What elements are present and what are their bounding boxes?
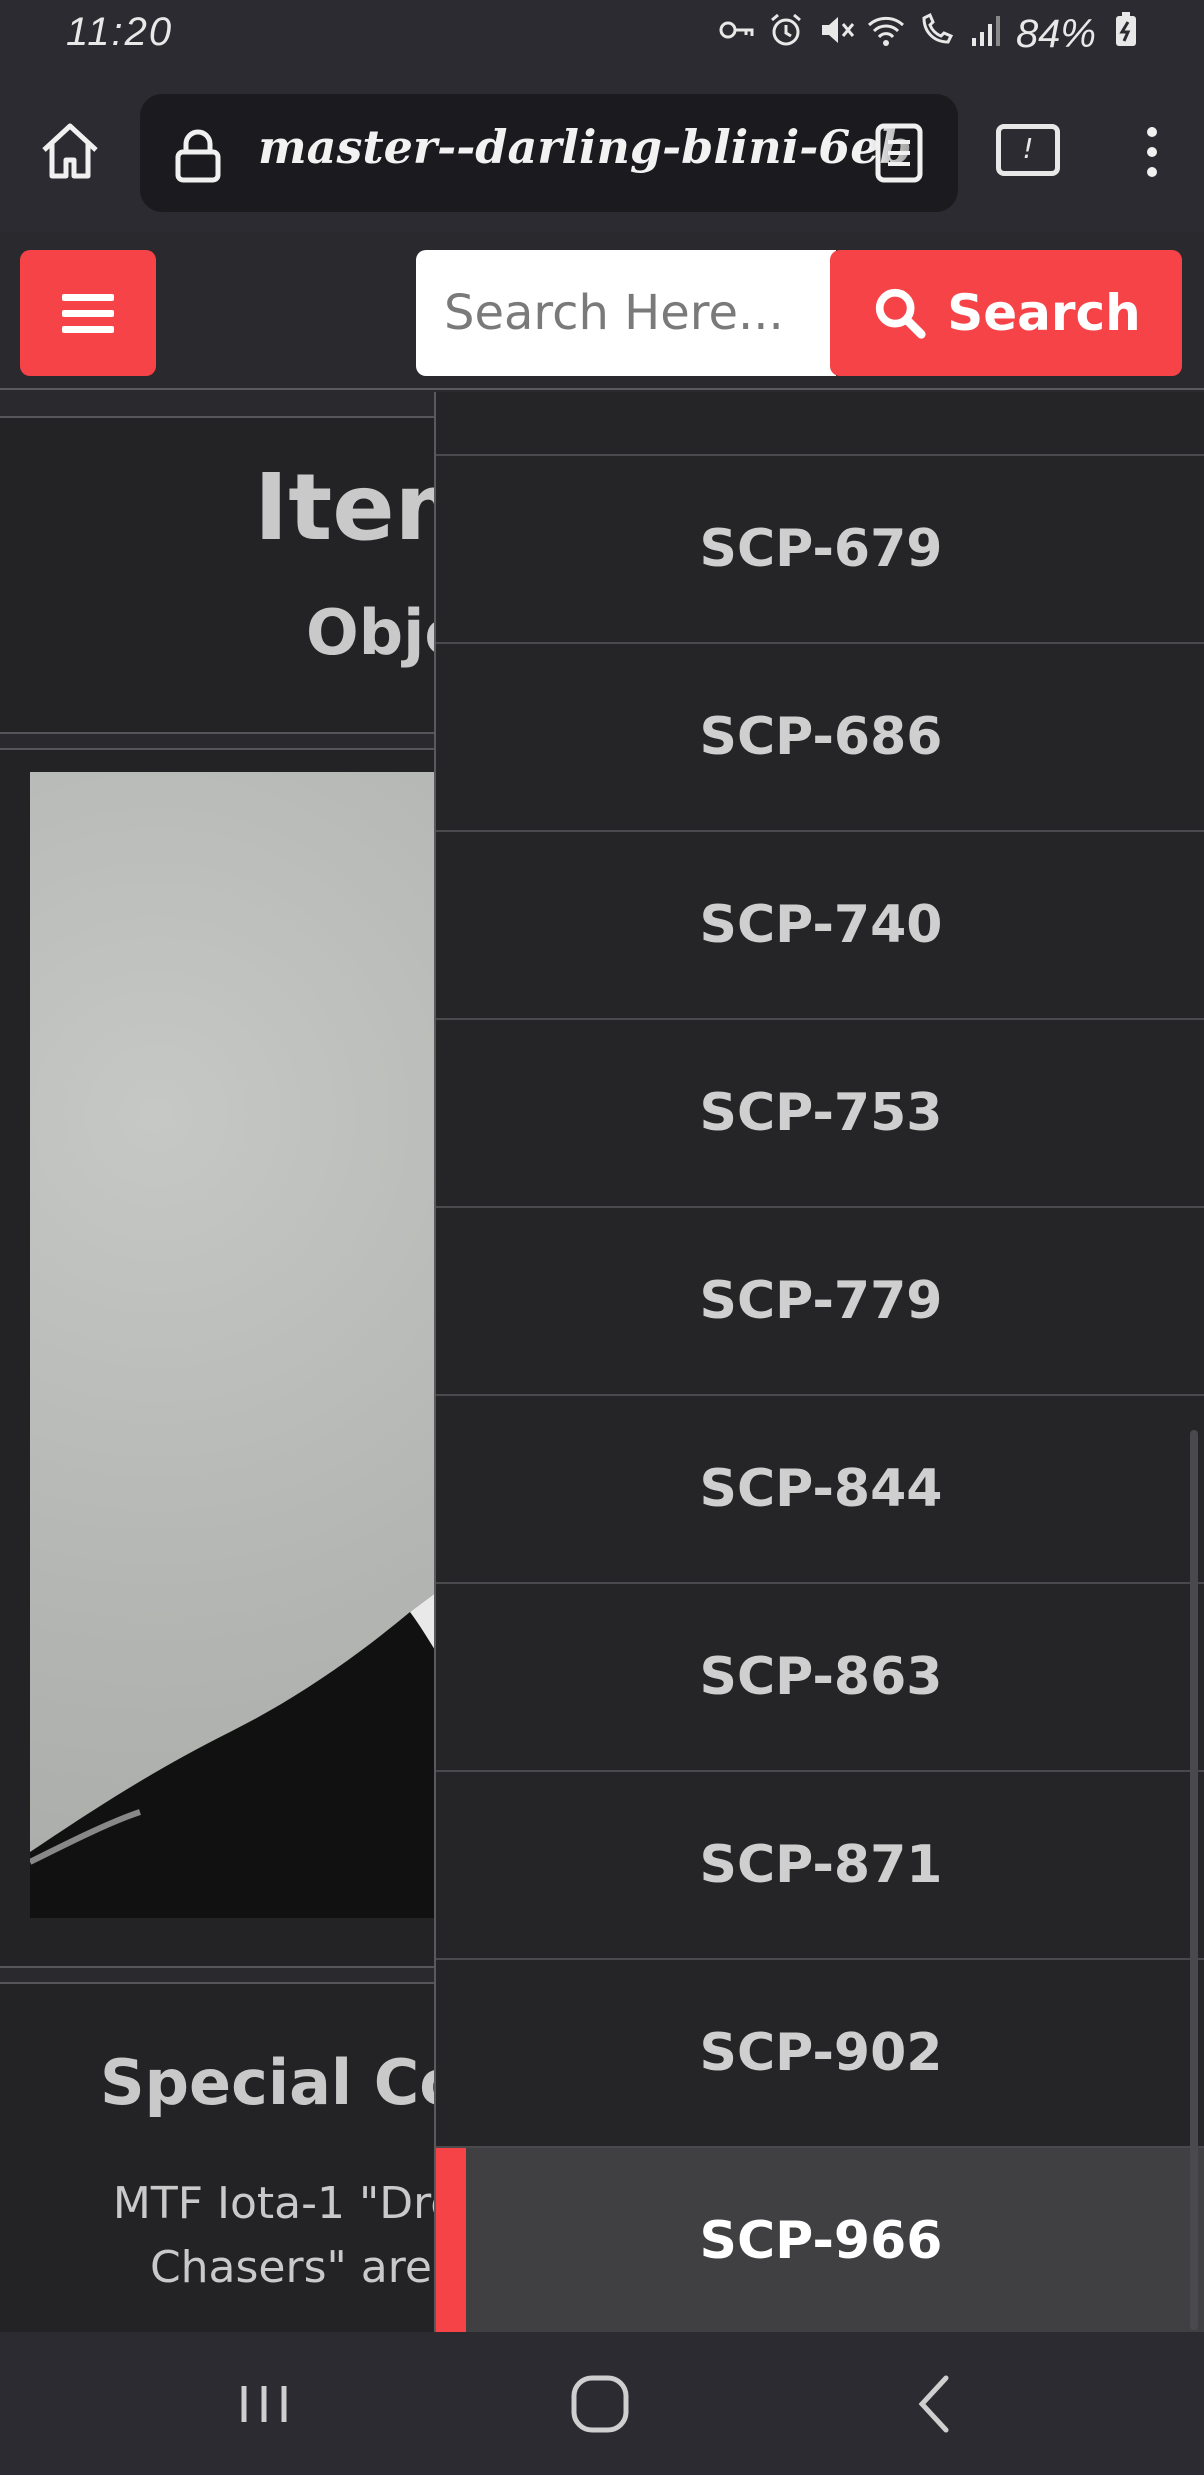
dropdown-item[interactable]: SCP-753 [436, 1018, 1204, 1206]
signal-icon [966, 10, 1006, 59]
wifi-icon [866, 10, 906, 59]
lock-icon [175, 129, 221, 183]
search-icon [876, 288, 926, 339]
status-icons: 84% [716, 10, 1146, 59]
status-time: 11:20 [66, 10, 174, 54]
menu-toggle-button[interactable] [20, 250, 156, 376]
url-text: master--darling-blini-6eb [258, 120, 912, 174]
search-button-label: Search [947, 284, 1141, 342]
alarm-icon [766, 10, 806, 59]
site-header: Search [0, 232, 1204, 390]
wifi-calling-icon [916, 10, 956, 59]
recent-apps-icon[interactable] [224, 2364, 304, 2444]
search-button[interactable]: Search [830, 250, 1182, 376]
browser-toolbar: master--darling-blini-6eb ! [0, 72, 1204, 232]
dropdown-item[interactable]: SCP-844 [436, 1394, 1204, 1582]
dropdown-item[interactable]: SCP-902 [436, 1958, 1204, 2146]
status-bar: 11:20 84% [0, 0, 1204, 72]
dropdown-item[interactable]: SCP-871 [436, 1770, 1204, 1958]
key-icon [716, 10, 756, 59]
mute-icon [816, 10, 856, 59]
reader-mode-icon[interactable] [864, 118, 934, 188]
battery-percent: 84% [1015, 12, 1096, 56]
dropdown-item[interactable]: SCP-779 [436, 1206, 1204, 1394]
dropdown-scrollbar[interactable] [1190, 1430, 1198, 2330]
dropdown-item[interactable]: SCP-740 [436, 830, 1204, 1018]
back-icon[interactable] [896, 2364, 976, 2444]
system-nav-bar [0, 2332, 1204, 2475]
scp-dropdown-menu[interactable]: SCP-679 SCP-686 SCP-740 SCP-753 SCP-779 … [434, 392, 1204, 2332]
home-icon [42, 123, 98, 179]
dropdown-item[interactable]: SCP-679 [436, 454, 1204, 642]
dropdown-item[interactable]: SCP-863 [436, 1582, 1204, 1770]
browser-home-button[interactable] [34, 116, 106, 188]
address-bar[interactable]: master--darling-blini-6eb [140, 94, 958, 212]
tabs-button[interactable]: ! [996, 124, 1060, 176]
more-menu-icon[interactable] [1132, 122, 1172, 182]
scp-photo [30, 772, 450, 1918]
dropdown-item-active[interactable]: SCP-966 [436, 2146, 1204, 2332]
search-input[interactable] [416, 250, 836, 376]
home-icon[interactable] [560, 2364, 640, 2444]
dropdown-item[interactable]: SCP-686 [436, 642, 1204, 830]
hamburger-icon [62, 294, 114, 333]
battery-icon [1106, 10, 1146, 59]
